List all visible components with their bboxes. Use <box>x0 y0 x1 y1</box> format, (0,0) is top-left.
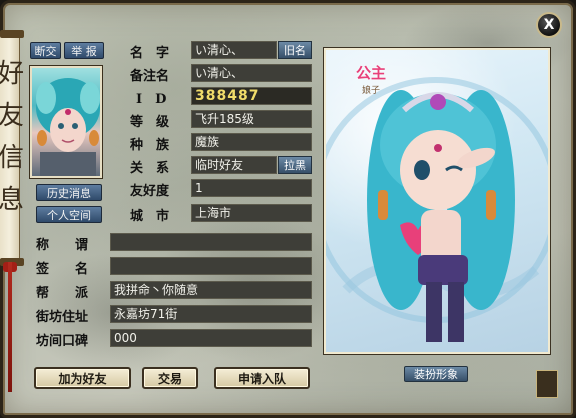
city-field: 上海市 <box>191 204 312 222</box>
name-field: い清心、 <box>191 41 277 59</box>
id-field: 388487 <box>191 87 312 105</box>
rank-badge: 公主 娘子 <box>348 62 394 100</box>
level-label: 等 级 <box>130 115 170 130</box>
close-button[interactable]: X <box>536 12 562 38</box>
city-label: 城 市 <box>130 209 170 224</box>
friendship-field: 1 <box>191 179 312 197</box>
title-char: 友 <box>0 101 25 131</box>
rank-badge-title: 公主 <box>355 64 386 82</box>
dress-up-button[interactable]: 装扮形象 <box>404 366 468 382</box>
address-field: 永嘉坊71街 <box>110 305 312 323</box>
blacklist-button[interactable]: 拉黑 <box>278 156 312 174</box>
report-button[interactable]: 举 报 <box>64 42 104 59</box>
address-label: 街坊住址 <box>36 310 89 325</box>
race-field: 魔族 <box>191 133 312 151</box>
old-name-button[interactable]: 旧名 <box>278 41 312 59</box>
guild-field: 我拼命丶你随意 <box>110 281 312 299</box>
title-char: 信 <box>0 143 25 173</box>
reputation-label: 坊间口碑 <box>36 334 89 349</box>
friendship-label: 友好度 <box>130 184 170 199</box>
character-portrait: 公主 娘子 <box>323 47 551 355</box>
window-title: 好 友 信 息 <box>0 53 25 221</box>
title-char: 息 <box>0 185 25 215</box>
remark-field[interactable]: い清心、 <box>191 64 312 82</box>
signature-label: 签 名 <box>36 262 89 277</box>
title-char: 好 <box>0 59 25 89</box>
relation-field: 临时好友 <box>191 156 277 174</box>
add-friend-button[interactable]: 加为好友 <box>34 367 131 389</box>
race-label: 种 族 <box>130 138 170 153</box>
seal-decoration <box>536 370 558 398</box>
id-label: I D <box>136 92 167 107</box>
rank-badge-sub: 娘子 <box>361 86 380 96</box>
name-label: 名 字 <box>130 46 170 61</box>
join-team-button[interactable]: 申请入队 <box>214 367 310 389</box>
scroll-cap-top <box>0 30 24 38</box>
trade-button[interactable]: 交易 <box>142 367 198 389</box>
tassel-decoration <box>8 262 12 392</box>
break-off-button[interactable]: 断交 <box>30 42 61 59</box>
guild-label: 帮 派 <box>36 286 89 301</box>
remark-label: 备注名 <box>130 69 170 84</box>
title-scroll: 好 友 信 息 <box>0 34 25 260</box>
avatar-portrait <box>36 78 100 176</box>
title-field <box>110 233 312 251</box>
signature-field <box>110 257 312 275</box>
reputation-field: 000 <box>110 329 312 347</box>
relation-label: 关 系 <box>130 161 170 176</box>
personal-space-button[interactable]: 个人空间 <box>36 206 102 223</box>
title-label: 称 谓 <box>36 238 89 253</box>
level-field: 飞升185级 <box>191 110 312 128</box>
avatar <box>29 65 103 179</box>
history-messages-button[interactable]: 历史消息 <box>36 184 102 201</box>
